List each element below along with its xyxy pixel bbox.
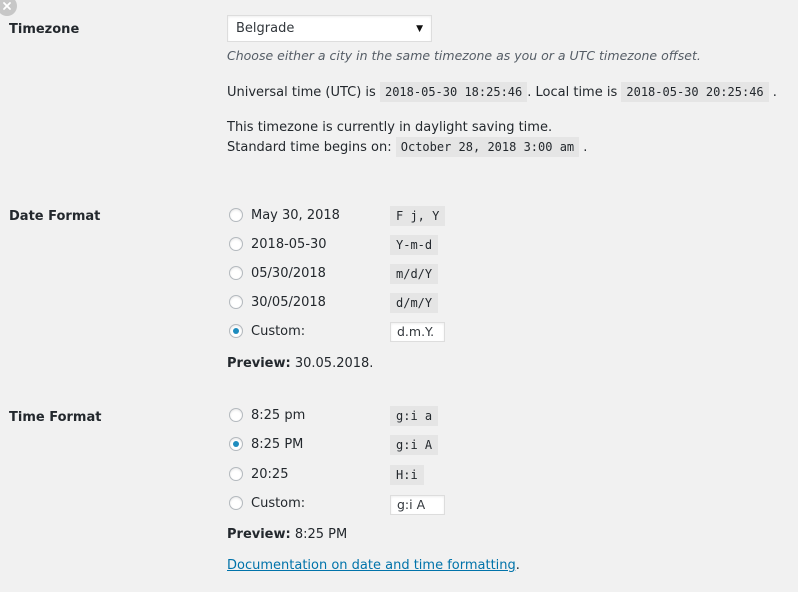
time-format-option[interactable]: 20:25	[229, 464, 396, 484]
time-format-option-label[interactable]: 8:25 pm	[251, 408, 396, 423]
time-format-option[interactable]: 8:25 PM	[229, 434, 396, 454]
preview-value: 30.05.2018.	[294, 356, 374, 371]
timezone-select[interactable]: Belgrade ▼	[227, 15, 432, 42]
time-format-preview: Preview: 8:25 PM	[227, 527, 347, 542]
date-format-option[interactable]: 05/30/2018	[229, 263, 396, 283]
time-format-option[interactable]: 8:25 pm	[229, 405, 396, 425]
preview-value: 8:25 PM	[294, 527, 348, 542]
date-format-code: F j, Y	[390, 206, 446, 226]
utc-time: 2018-05-30 18:25:46	[379, 82, 528, 102]
date-format-radio-custom[interactable]	[229, 324, 243, 338]
time-format-code: H:i	[390, 465, 424, 485]
dst-note: This timezone is currently in daylight s…	[227, 120, 553, 135]
time-format-option-label[interactable]: 20:25	[251, 467, 396, 482]
local-prefix: . Local time is	[527, 85, 618, 100]
utc-local-time-line: Universal time (UTC) is 2018-05-30 18:25…	[227, 82, 777, 102]
date-format-option-label[interactable]: 05/30/2018	[251, 266, 396, 281]
timezone-label: Timezone	[9, 22, 80, 37]
date-format-radio[interactable]	[229, 237, 243, 251]
standard-time: October 28, 2018 3:00 am	[395, 137, 580, 157]
time-format-custom-input[interactable]: g:i A	[390, 495, 445, 515]
time-format-radio[interactable]	[229, 437, 243, 451]
documentation-link[interactable]: Documentation on date and time formattin…	[227, 558, 516, 573]
date-format-option-label[interactable]: 2018-05-30	[251, 237, 396, 252]
documentation-suffix: .	[515, 558, 520, 573]
time-format-option-label[interactable]: 8:25 PM	[251, 437, 396, 452]
standard-prefix: Standard time begins on:	[227, 140, 392, 155]
date-format-radio[interactable]	[229, 208, 243, 222]
close-icon	[3, 2, 11, 10]
date-format-option-custom[interactable]: Custom:	[229, 321, 396, 341]
time-format-radio-custom[interactable]	[229, 496, 243, 510]
date-format-preview: Preview: 30.05.2018.	[227, 356, 373, 371]
date-format-custom-input[interactable]: d.m.Y.	[390, 322, 445, 342]
date-format-option-label[interactable]: May 30, 2018	[251, 208, 396, 223]
documentation-line: Documentation on date and time formattin…	[227, 558, 520, 573]
timezone-selected-value: Belgrade	[236, 21, 295, 36]
date-format-option[interactable]: 2018-05-30	[229, 234, 396, 254]
time-format-label: Time Format	[9, 410, 102, 425]
date-format-code: d/m/Y	[390, 293, 439, 313]
date-format-option[interactable]: 30/05/2018	[229, 292, 396, 312]
date-format-option-label[interactable]: Custom:	[251, 324, 396, 339]
utc-prefix: Universal time (UTC) is	[227, 85, 376, 100]
date-format-label: Date Format	[9, 209, 101, 224]
date-format-option-label[interactable]: 30/05/2018	[251, 295, 396, 310]
local-suffix: .	[772, 85, 777, 100]
time-format-option-label[interactable]: Custom:	[251, 496, 396, 511]
date-format-option[interactable]: May 30, 2018	[229, 205, 396, 225]
local-time: 2018-05-30 20:25:46	[621, 82, 769, 102]
time-format-code: g:i A	[390, 435, 439, 455]
date-format-radio[interactable]	[229, 295, 243, 309]
preview-label: Preview:	[227, 356, 291, 371]
standard-time-line: Standard time begins on: October 28, 201…	[227, 137, 588, 157]
time-format-radio[interactable]	[229, 408, 243, 422]
time-format-code: g:i a	[390, 406, 439, 426]
date-format-radio[interactable]	[229, 266, 243, 280]
standard-suffix: .	[583, 140, 588, 155]
time-format-radio[interactable]	[229, 467, 243, 481]
preview-label: Preview:	[227, 527, 291, 542]
chevron-down-icon: ▼	[416, 23, 423, 34]
date-format-code: Y-m-d	[390, 235, 439, 255]
time-format-option-custom[interactable]: Custom:	[229, 493, 396, 513]
date-format-code: m/d/Y	[390, 264, 439, 284]
close-button[interactable]	[0, 0, 17, 16]
timezone-description: Choose either a city in the same timezon…	[227, 48, 701, 63]
